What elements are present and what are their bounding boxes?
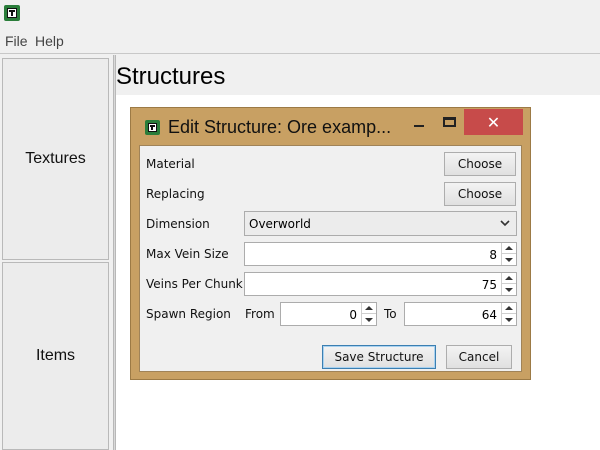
veins-per-chunk-label: Veins Per Chunk (146, 277, 243, 291)
minimize-icon (414, 125, 424, 127)
app-icon (4, 5, 20, 21)
veins-per-chunk-spinner[interactable]: 75 (244, 272, 517, 296)
max-vein-size-spinner[interactable]: 8 (244, 242, 517, 266)
menu-file[interactable]: File (5, 33, 28, 49)
dialog-app-icon (145, 120, 160, 135)
save-structure-button[interactable]: Save Structure (322, 345, 436, 369)
spawn-to-decrement[interactable] (502, 314, 516, 325)
max-vein-size-decrement[interactable] (502, 254, 516, 265)
spawn-to-increment[interactable] (502, 303, 516, 314)
sidebar-items-label: Items (35, 347, 76, 364)
arrow-up-icon (365, 306, 373, 310)
spawn-from-decrement[interactable] (362, 314, 376, 325)
arrow-down-icon (505, 287, 513, 292)
dimension-value: Overworld (249, 217, 311, 231)
minimize-button[interactable] (405, 109, 433, 135)
arrow-down-icon (365, 317, 373, 322)
spawn-to-spinner[interactable]: 64 (404, 302, 517, 326)
arrow-up-icon (505, 276, 513, 280)
spawn-from-increment[interactable] (362, 303, 376, 314)
menu-bar: File Help (0, 30, 600, 54)
dialog-titlebar[interactable]: Edit Structure: Ore examp... ✕ (131, 108, 530, 146)
replacing-choose-button[interactable]: Choose (444, 182, 516, 206)
replacing-label: Replacing (146, 187, 205, 201)
page-title: Structures (116, 63, 226, 90)
maximize-icon (442, 117, 456, 127)
dialog-title: Edit Structure: Ore examp... (168, 117, 392, 137)
dimension-select[interactable]: Overworld (244, 211, 517, 236)
veins-per-chunk-increment[interactable] (502, 273, 516, 284)
max-vein-size-value: 8 (489, 248, 497, 262)
dialog-body: Material Choose Replacing Choose Dimensi… (139, 145, 522, 372)
material-label: Material (146, 157, 195, 171)
arrow-up-icon (505, 306, 513, 310)
to-label: To (384, 307, 397, 321)
spawn-from-value: 0 (349, 308, 357, 322)
sidebar-items-button[interactable]: Items (2, 262, 109, 450)
spawn-to-value: 64 (481, 308, 497, 322)
spawn-region-label: Spawn Region (146, 307, 231, 321)
arrow-down-icon (505, 317, 513, 322)
menu-help[interactable]: Help (35, 33, 64, 49)
close-icon: ✕ (486, 112, 501, 132)
maximize-button[interactable] (435, 109, 463, 135)
arrow-up-icon (505, 246, 513, 250)
chevron-down-icon (500, 220, 510, 227)
edit-structure-dialog: Edit Structure: Ore examp... ✕ Material … (130, 107, 531, 380)
from-label: From (245, 307, 275, 321)
max-vein-size-label: Max Vein Size (146, 247, 229, 261)
veins-per-chunk-value: 75 (481, 278, 497, 292)
window-titlebar (0, 0, 600, 30)
veins-per-chunk-decrement[interactable] (502, 284, 516, 295)
arrow-down-icon (505, 257, 513, 262)
material-choose-button[interactable]: Choose (444, 152, 516, 176)
sidebar-textures-button[interactable]: Textures (2, 58, 109, 260)
sidebar-textures-label: Textures (25, 150, 86, 167)
spawn-from-spinner[interactable]: 0 (280, 302, 377, 326)
max-vein-size-increment[interactable] (502, 243, 516, 254)
close-button[interactable]: ✕ (464, 109, 523, 135)
dimension-label: Dimension (146, 217, 210, 231)
cancel-button[interactable]: Cancel (446, 345, 512, 369)
